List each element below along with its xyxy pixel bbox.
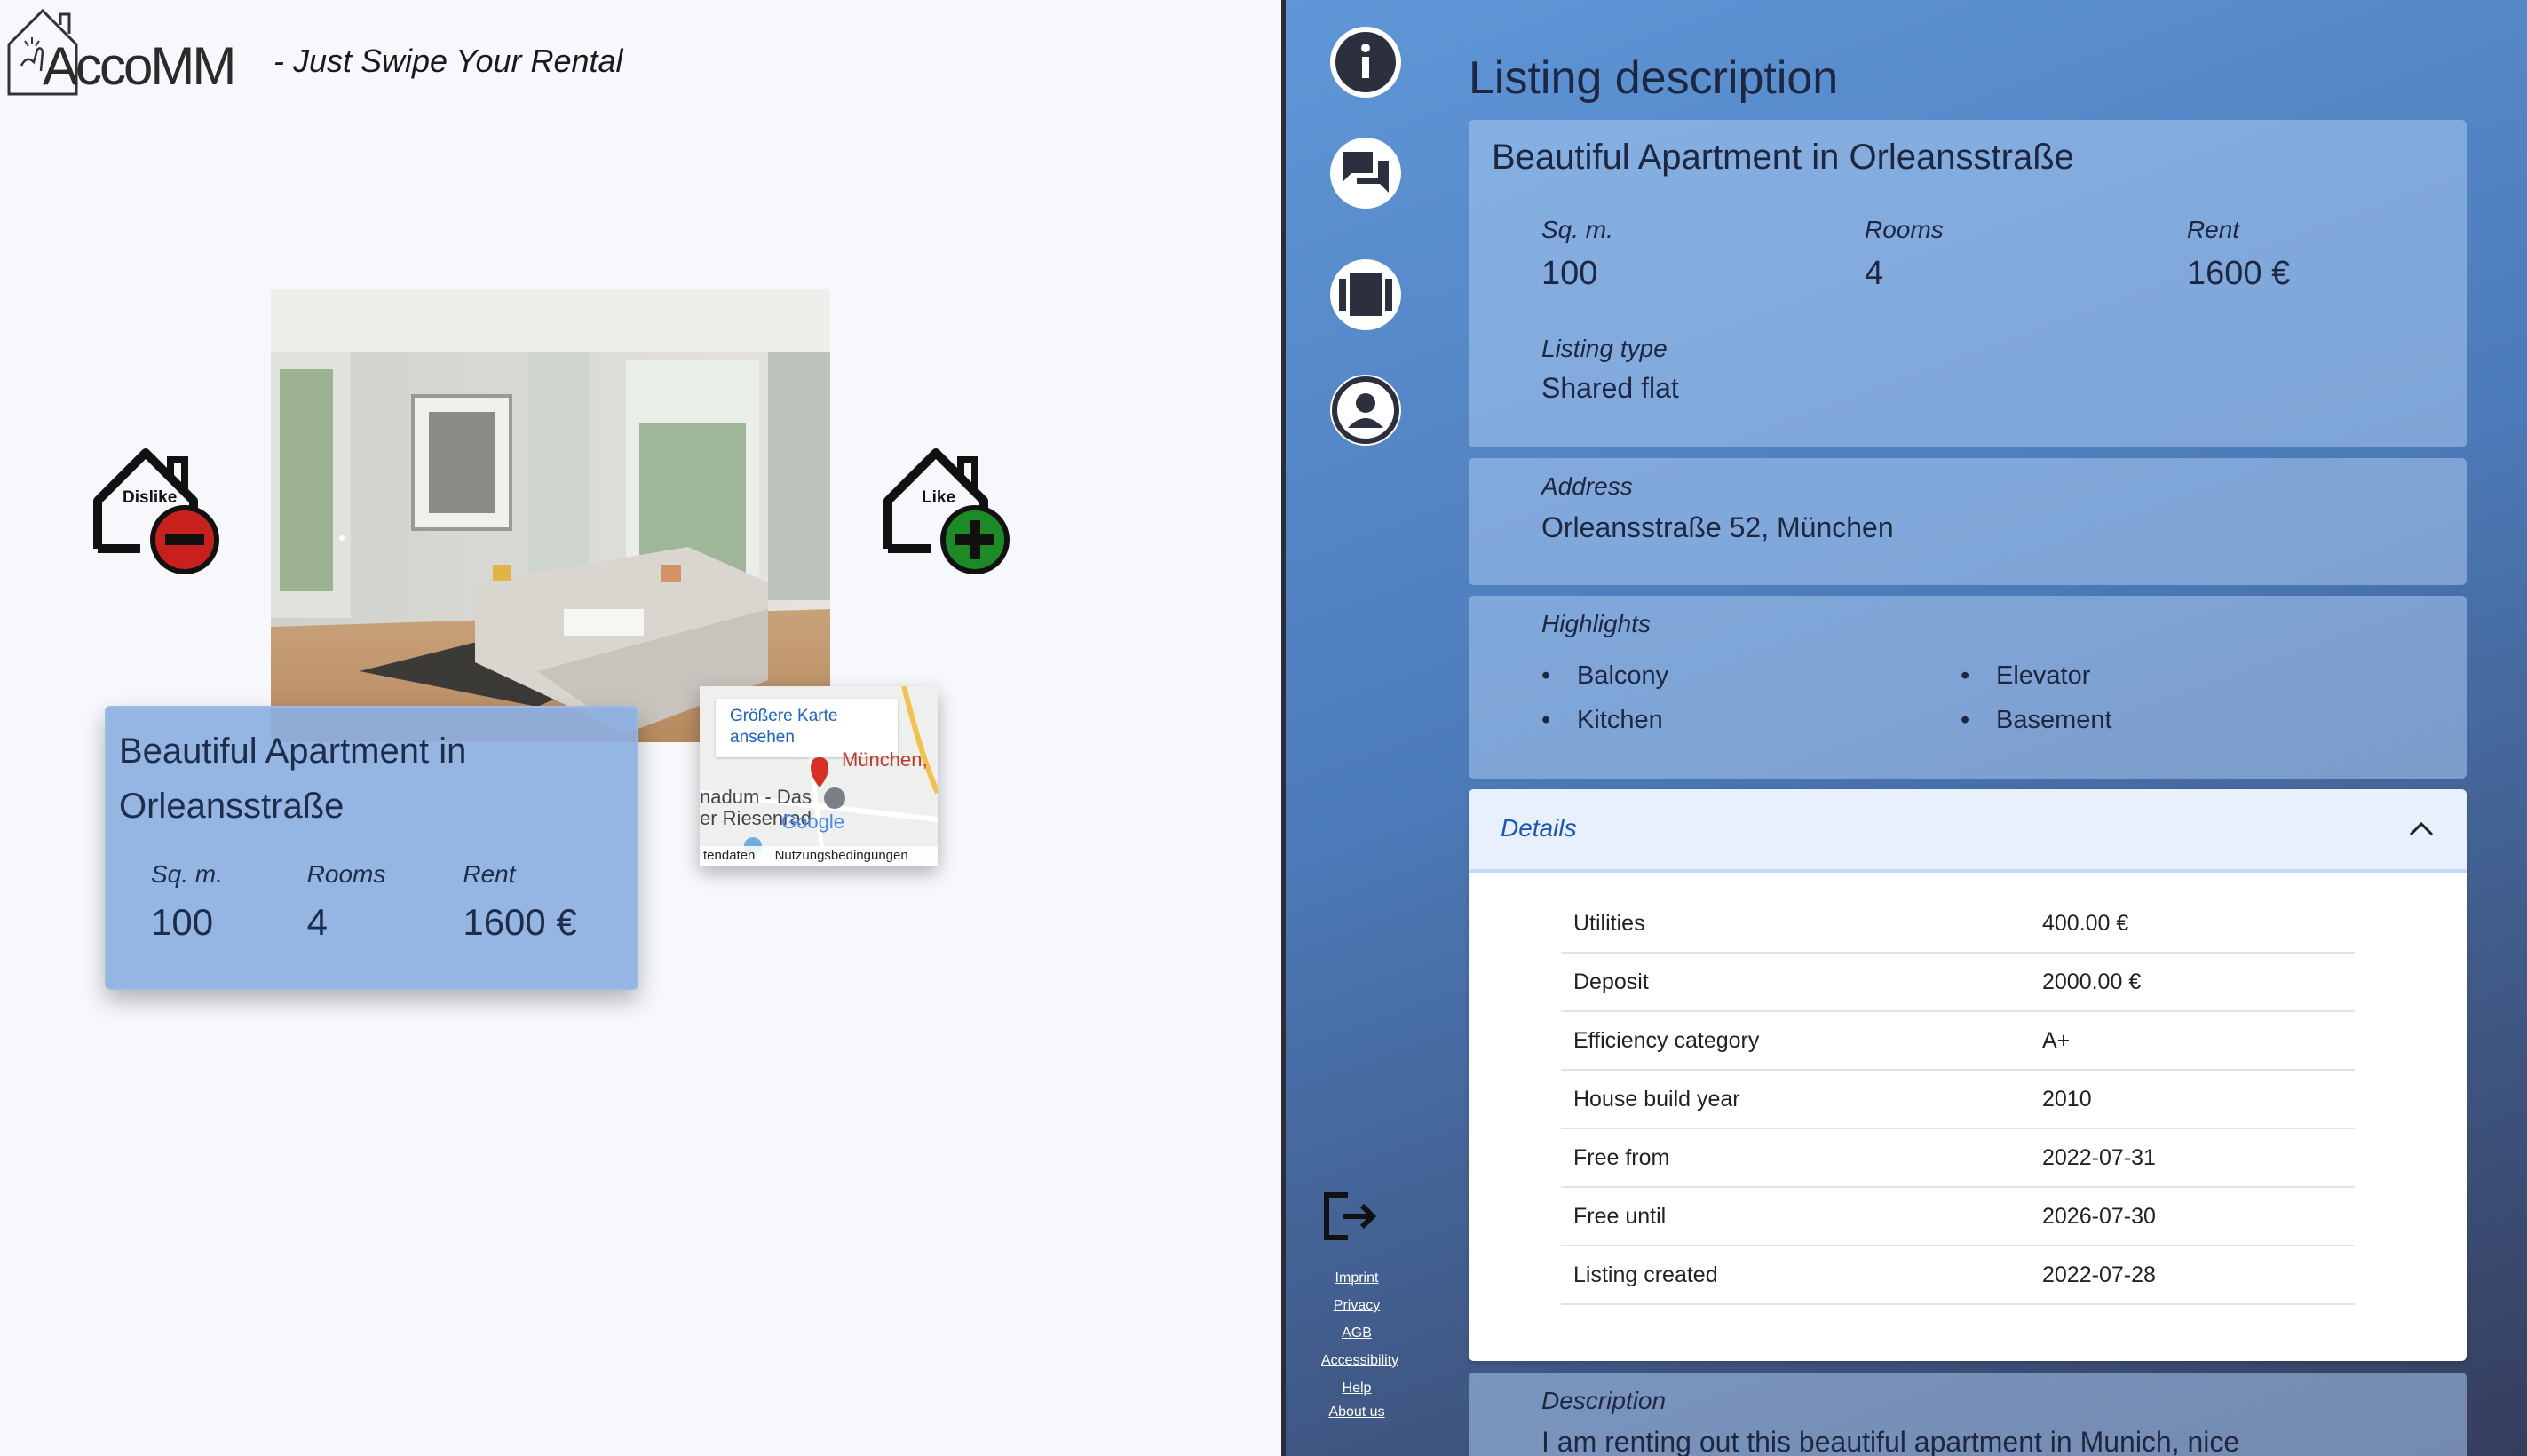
table-row: Listing created 2022-07-28 [1561, 1246, 2355, 1305]
chevron-up-icon [2409, 821, 2434, 836]
sqm-label: Sq. m. [1541, 216, 1613, 243]
profile-icon [1332, 376, 1399, 444]
row-key: Efficiency category [1573, 1028, 1760, 1053]
card-rooms: Rooms 4 [307, 860, 463, 944]
address-label: Address [1541, 472, 1633, 500]
details-accordion: Details Utilities 400.00 € Deposit 2000.00… [1469, 789, 2467, 1361]
rooms-label: Rooms [1865, 216, 1944, 243]
logout-icon [1324, 1192, 1377, 1240]
agb-link[interactable]: AGB [1321, 1319, 1392, 1347]
house-minus-icon [93, 448, 219, 574]
table-row: Deposit 2000.00 € [1561, 954, 2355, 1012]
logo[interactable]: AccoMM [5, 5, 245, 99]
address-value: Orleansstraße 52, München [1541, 511, 1894, 543]
row-key: Free from [1573, 1145, 1670, 1170]
tagline: - Just Swipe Your Rental [273, 43, 623, 79]
map-terms-link[interactable]: Nutzungsbedingungen [775, 848, 908, 863]
card-sqm: Sq. m. 100 [151, 860, 307, 944]
sqm-label: Sq. m. [151, 860, 223, 888]
help-link[interactable]: Help [1321, 1374, 1392, 1402]
listing-type-label: Listing type [1541, 335, 1668, 362]
listing-photo[interactable] [271, 289, 830, 742]
page-title: Listing description [1469, 52, 1839, 104]
listing-card[interactable]: Beautiful Apartment in Orleansstraße Sq.… [105, 706, 638, 990]
row-key: Utilities [1573, 911, 1645, 936]
description-panel: Description I am renting out this beauti… [1469, 1373, 2467, 1456]
rooms-label: Rooms [306, 860, 386, 888]
row-value: A+ [2042, 1028, 2071, 1053]
like-button[interactable]: Like [875, 439, 1018, 581]
highlights-panel: Highlights Balcony Elevator Kitchen Base… [1469, 596, 2467, 779]
detail-panel: Imprint Privacy AGB Accessibility Help A… [1286, 0, 2527, 1456]
table-row: Free from 2022-07-31 [1561, 1129, 2355, 1188]
row-value: 2022-07-28 [2042, 1262, 2156, 1287]
sqm-value: 100 [1541, 255, 1598, 292]
chat-button[interactable] [1330, 138, 1401, 209]
listing-type-value: Shared flat [1541, 372, 1679, 404]
profile-button[interactable] [1330, 375, 1401, 446]
swipe-area: AccoMM - Just Swipe Your Rental Dislike … [0, 0, 1281, 1456]
details-toggle[interactable]: Details [1469, 789, 2467, 873]
rent-label: Rent [463, 860, 516, 888]
gallery-icon [1339, 273, 1392, 316]
row-key: Free until [1573, 1204, 1667, 1229]
privacy-link[interactable]: Privacy [1321, 1292, 1392, 1319]
gallery-button[interactable] [1330, 259, 1401, 330]
description-text: I am renting out this beautiful apartmen… [1541, 1426, 2240, 1456]
row-value: 400.00 € [2042, 911, 2129, 936]
about-link[interactable]: About us [1321, 1402, 1392, 1423]
card-title: Beautiful Apartment in Orleansstraße [119, 732, 467, 826]
logout-button[interactable] [1321, 1190, 1383, 1248]
summary-panel: Beautiful Apartment in Orleansstraße Sq.… [1469, 120, 2467, 447]
rent-value: 1600 € [463, 901, 577, 943]
card-stats: Sq. m. 100 Rooms 4 Rent 1600 € [151, 860, 619, 944]
highlight-item: Elevator [1961, 661, 2091, 691]
card-rent: Rent 1600 € [463, 860, 619, 944]
chat-icon [1343, 152, 1389, 193]
details-table: Utilities 400.00 € Deposit 2000.00 € Effic… [1561, 895, 2355, 1305]
info-icon [1335, 32, 1396, 92]
row-key: Deposit [1573, 969, 1649, 994]
house-plus-icon [883, 448, 1010, 574]
rooms-value: 4 [306, 901, 329, 943]
sqm-value: 100 [151, 901, 214, 943]
rent-label: Rent [2187, 216, 2240, 243]
map-footer: tendaten Nutzungsbedingungen [700, 846, 938, 866]
row-value: 2010 [2042, 1087, 2092, 1112]
imprint-link[interactable]: Imprint [1321, 1264, 1392, 1292]
highlight-item: Kitchen [1541, 706, 1663, 735]
like-label: Like [922, 488, 956, 507]
highlight-item: Balcony [1541, 661, 1668, 691]
table-row: Utilities 400.00 € [1561, 895, 2355, 954]
table-row: Free until 2026-07-30 [1561, 1188, 2355, 1246]
accessibility-link[interactable]: Accessibility [1321, 1347, 1398, 1374]
footer-links: Imprint Privacy AGB Accessibility Help A… [1321, 1264, 1398, 1423]
brand-name: AccoMM [43, 36, 236, 96]
row-value: 2000.00 € [2042, 969, 2142, 994]
rent-value: 1600 € [2187, 255, 2291, 292]
row-key: House build year [1573, 1087, 1740, 1112]
map-place-label: nadum - Das [700, 786, 812, 808]
table-row: Efficiency category A+ [1561, 1012, 2355, 1071]
row-value: 2026-07-30 [2042, 1204, 2156, 1229]
table-row: House build year 2010 [1561, 1071, 2355, 1129]
row-key: Listing created [1573, 1262, 1718, 1287]
apartment-photo-image [271, 289, 830, 742]
info-button[interactable] [1330, 27, 1401, 98]
details-label: Details [1501, 814, 1577, 842]
dislike-label: Dislike [123, 488, 178, 507]
map-data-link[interactable]: tendaten [703, 848, 755, 863]
highlights-label: Highlights [1541, 610, 1651, 637]
address-panel: Address Orleansstraße 52, München [1469, 458, 2467, 585]
rooms-value: 4 [1865, 255, 1884, 292]
map-widget[interactable]: Größere Karte ansehen München, nadum - D… [700, 686, 938, 866]
dislike-button[interactable]: Dislike [85, 439, 227, 581]
listing-title: Beautiful Apartment in Orleansstraße [1492, 138, 2074, 177]
map-place-label: München, [842, 748, 928, 771]
description-label: Description [1541, 1387, 1667, 1414]
highlight-item: Basement [1961, 706, 2111, 735]
row-value: 2022-07-31 [2042, 1145, 2156, 1170]
google-logo: Google [781, 811, 844, 833]
